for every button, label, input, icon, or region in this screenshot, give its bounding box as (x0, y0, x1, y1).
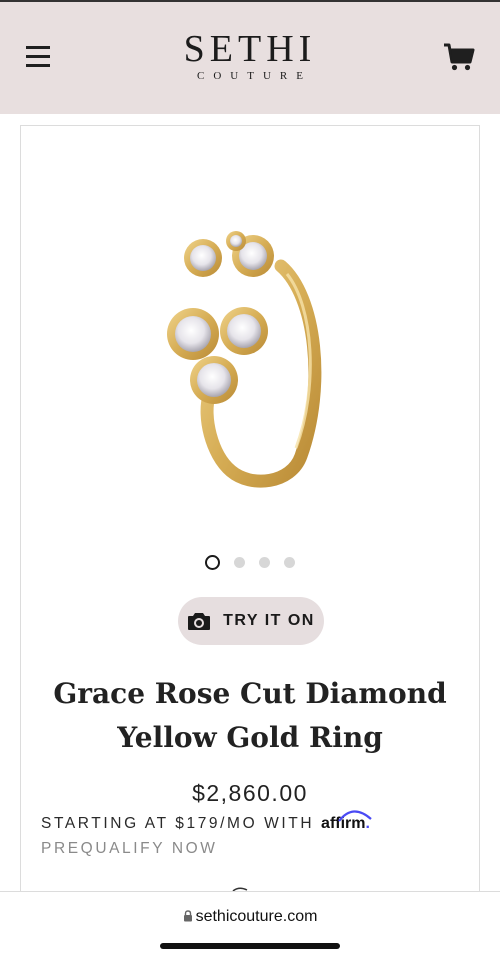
hamburger-menu-icon[interactable] (24, 44, 54, 70)
site-header: SETHI COUTURE (0, 2, 500, 114)
carousel-dot[interactable] (205, 555, 220, 571)
product-title-line2: Yellow Gold Ring (117, 721, 383, 754)
logo-main-text: SETHI (183, 28, 317, 70)
product-card: TRY IT ON Grace Rose Cut Diamond Yellow … (20, 125, 480, 915)
browser-url-bar[interactable]: sethicouture.com (0, 891, 500, 961)
product-price: $2,860.00 (192, 780, 308, 806)
try-it-on-label: TRY IT ON (223, 612, 315, 629)
carousel-dots (21, 554, 479, 572)
logo-sub-text: COUTURE (197, 70, 312, 82)
home-indicator[interactable] (160, 943, 340, 949)
financing-starting-text: STARTING AT $179/MO WITH (41, 815, 322, 832)
camera-icon (187, 611, 211, 631)
prequalify-link[interactable]: PREQUALIFY NOW (41, 840, 218, 858)
url-display[interactable]: sethicouture.com (0, 908, 500, 926)
carousel-dot[interactable] (259, 557, 270, 569)
brand-logo[interactable]: SETHI COUTURE (150, 30, 350, 82)
lock-icon (183, 909, 193, 922)
product-title-line1: Grace Rose Cut Diamond (53, 677, 447, 710)
carousel-dot[interactable] (234, 557, 245, 569)
product-title: Grace Rose Cut Diamond Yellow Gold Ring (21, 672, 479, 760)
product-image[interactable] (141, 226, 341, 496)
url-text: sethicouture.com (195, 908, 318, 925)
affirm-logo: affirm. (321, 810, 372, 832)
shopping-cart-icon[interactable] (442, 40, 476, 74)
financing-text: STARTING AT $179/MO WITH affirm. (41, 810, 471, 833)
try-it-on-button[interactable]: TRY IT ON (178, 597, 324, 645)
carousel-dot[interactable] (284, 557, 295, 569)
